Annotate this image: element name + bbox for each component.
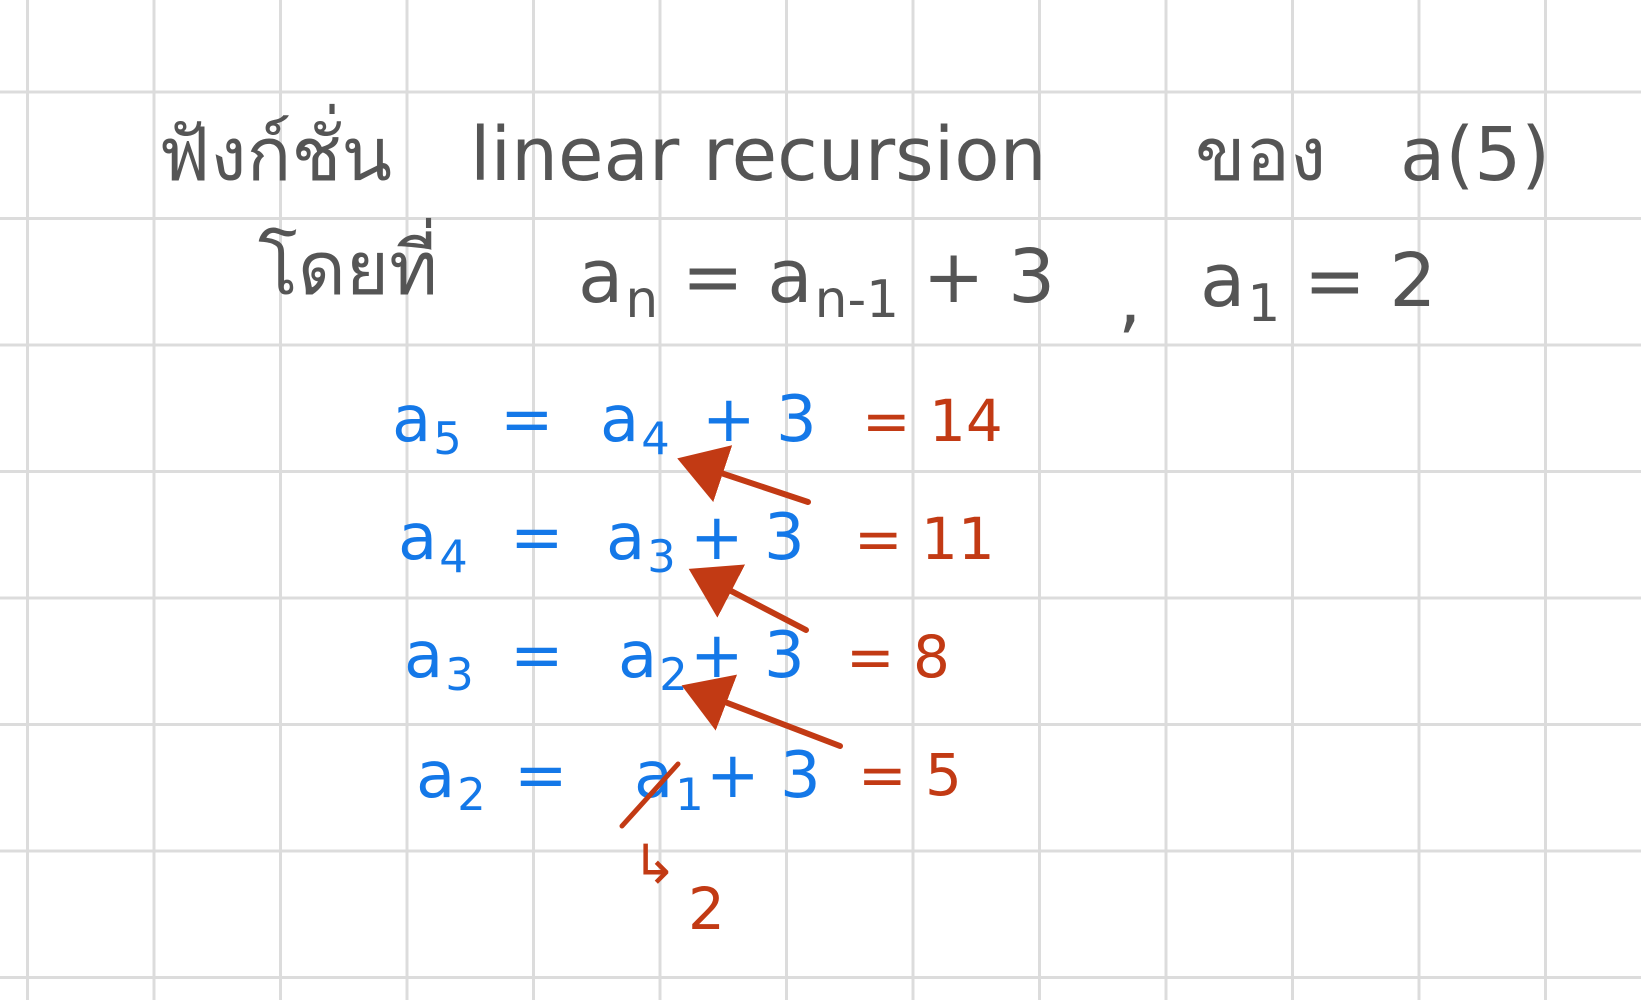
step-2-rhs: a3 <box>606 501 676 583</box>
step-3-plus: + 3 <box>690 619 805 693</box>
recurrence-rhs-sub: n-1 <box>814 269 900 330</box>
step-3-result: = 8 <box>846 623 950 691</box>
step-2-result: = 11 <box>854 505 995 573</box>
step-4-lhs: a2 <box>416 739 486 821</box>
step-1-plus: + 3 <box>702 383 817 457</box>
initial-condition: a1 = 2 <box>1200 244 1436 329</box>
header-thai-given: โดยที่ <box>258 226 438 312</box>
initial-value: = 2 <box>1303 238 1437 324</box>
step-1-eq: = <box>500 383 554 457</box>
substitution-arrow-icon: ↳ <box>632 833 678 896</box>
step-3-eq: = <box>510 619 564 693</box>
recurrence-sub: n <box>625 269 659 330</box>
header-thai-function: ฟังก์ชั่น <box>158 112 393 198</box>
header-thai-of: ของ <box>1195 112 1327 198</box>
step-3-lhs: a3 <box>404 619 474 701</box>
arrow-11-to-a4-icon <box>677 445 811 505</box>
notebook-page: ฟังก์ชั่น linear recursion ของ a(5) โดยท… <box>0 0 1641 1000</box>
step-1-rhs: a4 <box>600 383 670 465</box>
recurrence-letter: a <box>578 234 624 320</box>
step-2-lhs: a4 <box>398 501 468 583</box>
step-1-lhs: a5 <box>392 383 462 465</box>
step-4-eq: = <box>514 739 568 813</box>
step-3-rhs: a2 <box>618 619 688 701</box>
substitution-value: 2 <box>688 875 725 943</box>
step-2-plus: + 3 <box>690 501 805 575</box>
recurrence-plus: + 3 <box>922 234 1056 320</box>
step-2-eq: = <box>510 501 564 575</box>
header-term: linear recursion <box>470 112 1047 198</box>
recurrence-rhs: = a <box>681 234 813 320</box>
step-4-rhs-crossed: a1 <box>634 739 704 821</box>
recurrence-formula: an = an-1 + 3 <box>578 240 1055 325</box>
initial-letter: a <box>1200 238 1246 324</box>
header-comma: , <box>1118 256 1142 342</box>
step-1-result: = 14 <box>862 387 1003 455</box>
header-target: a(5) <box>1400 112 1551 198</box>
initial-sub: 1 <box>1247 273 1281 334</box>
step-4-result: = 5 <box>858 741 962 809</box>
step-4-plus: + 3 <box>706 739 821 813</box>
